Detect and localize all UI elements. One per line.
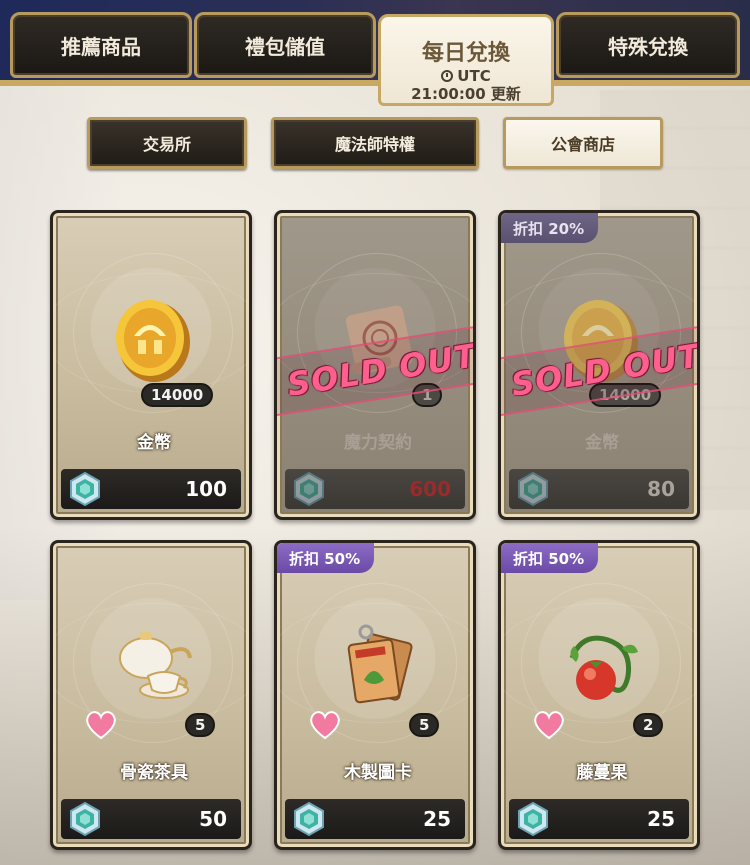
shop-screen: 推薦商品 禮包儲值 每日兌換 UTC 21:00:00 更新 特殊兌換 交易所 …	[0, 0, 750, 865]
favorite-heart-icon[interactable]	[307, 708, 343, 740]
item-name: 骨瓷茶具	[120, 763, 188, 783]
shop-card[interactable]: 5 骨瓷茶具 50	[50, 540, 252, 850]
shop-card[interactable]: 折扣 50% 2 藤蔓果 25	[498, 540, 700, 850]
item-price: 50	[199, 807, 227, 831]
subtab-exchange[interactable]: 交易所	[87, 117, 247, 169]
tab-daily-exchange[interactable]: 每日兌換 UTC 21:00:00 更新	[378, 14, 554, 106]
item-name: 魔力契約	[344, 433, 412, 453]
item-quantity: 5	[409, 713, 440, 737]
guild-gem-icon	[518, 471, 548, 507]
discount-badge: 折扣 20%	[501, 213, 599, 243]
tab-label: 禮包儲值	[245, 34, 325, 59]
wooden-cards-icon	[347, 624, 413, 704]
timer-zone: UTC	[457, 67, 491, 85]
gold-coin-icon	[116, 300, 190, 382]
item-price: 25	[647, 807, 675, 831]
item-quantity: 2	[633, 713, 664, 737]
price-bar: 25	[285, 799, 465, 839]
item-name: 金幣	[585, 433, 619, 453]
tea-set-icon	[119, 632, 192, 699]
tab-packages[interactable]: 禮包儲值	[194, 12, 376, 78]
price-bar: 50	[61, 799, 241, 839]
subtab-label: 魔法師特權	[334, 135, 415, 154]
subtab-mage-privilege[interactable]: 魔法師特權	[271, 117, 479, 169]
item-quantity: 5	[185, 713, 216, 737]
price-bar: 600	[285, 469, 465, 509]
favorite-heart-icon[interactable]	[531, 708, 567, 740]
shop-card[interactable]: 折扣 20% 14000 金幣 SOLD OUT 80	[498, 210, 700, 520]
guild-gem-icon	[518, 801, 548, 837]
item-name: 木製圖卡	[344, 763, 412, 783]
tab-bar-line	[0, 80, 750, 86]
item-name: 藤蔓果	[576, 763, 628, 783]
item-quantity: 14000	[141, 383, 214, 407]
reset-time-text: 21:00:00 更新	[411, 85, 521, 103]
tab-recommended[interactable]: 推薦商品	[10, 12, 192, 78]
item-price: 80	[647, 477, 675, 501]
guild-gem-icon	[70, 801, 100, 837]
vine-fruit-icon	[569, 635, 638, 700]
tab-special-exchange[interactable]: 特殊兌換	[556, 12, 740, 78]
tab-label: 推薦商品	[61, 34, 141, 59]
item-name: 金幣	[137, 433, 171, 453]
guild-gem-icon	[294, 801, 324, 837]
price-bar: 100	[61, 469, 241, 509]
clock-icon	[441, 70, 454, 82]
guild-gem-icon	[70, 471, 100, 507]
shop-card[interactable]: 1 魔力契約 SOLD OUT 600	[274, 210, 476, 520]
item-price: 100	[185, 477, 227, 501]
guild-gem-icon	[294, 471, 324, 507]
shop-card[interactable]: 14000 金幣 100	[50, 210, 252, 520]
reset-timer: UTC	[441, 67, 491, 85]
tab-label: 特殊兌換	[608, 34, 688, 59]
item-price: 600	[409, 477, 451, 501]
subtab-label: 公會商店	[550, 135, 615, 154]
price-bar: 25	[509, 799, 689, 839]
subtab-guild-shop[interactable]: 公會商店	[503, 117, 663, 169]
price-bar: 80	[509, 469, 689, 509]
discount-badge: 折扣 50%	[501, 543, 599, 573]
discount-badge: 折扣 50%	[277, 543, 375, 573]
subtab-label: 交易所	[142, 135, 191, 154]
favorite-heart-icon[interactable]	[83, 708, 119, 740]
item-price: 25	[423, 807, 451, 831]
shop-card[interactable]: 折扣 50% 5 木製圖卡 25	[274, 540, 476, 850]
tab-label: 每日兌換	[421, 41, 510, 66]
